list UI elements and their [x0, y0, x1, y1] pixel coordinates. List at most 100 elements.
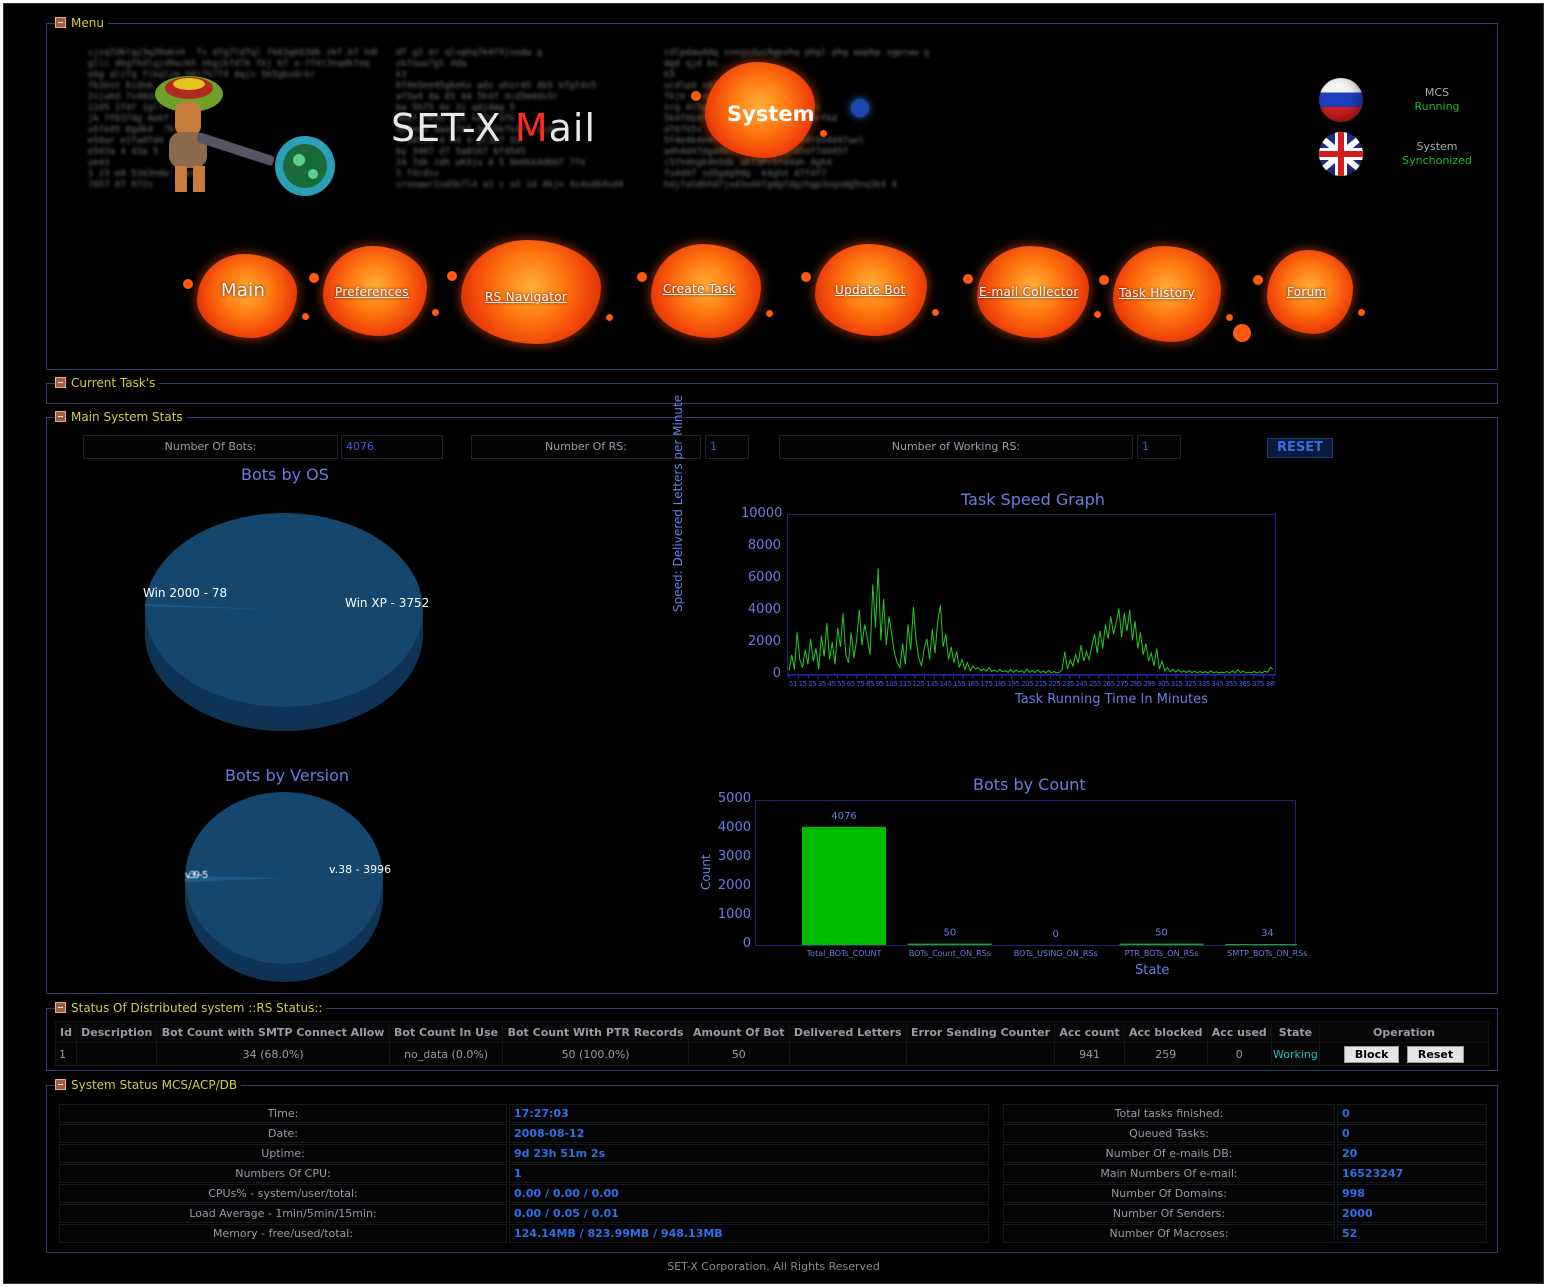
- y-tick-label: 8000: [747, 538, 781, 553]
- collapse-icon[interactable]: [55, 411, 66, 422]
- col-in-use: Bot Count In Use: [388, 1021, 504, 1043]
- plot-frame: [787, 514, 1276, 675]
- bar-chart-title: Bots by Count: [973, 775, 1086, 794]
- cell-smtp-allow: 34 (68.0%): [156, 1042, 390, 1066]
- status-label: Main Numbers Of e-mail:: [1003, 1164, 1335, 1183]
- bar-group: 4076 50 0 50 34: [802, 811, 1297, 945]
- bar-smtp-bots-on-rss: [1225, 944, 1297, 945]
- system-status-legend[interactable]: System Status MCS/ACP/DB: [55, 1078, 242, 1092]
- y-tick-label: 4000: [717, 820, 751, 835]
- col-errors: Error Sending Counter: [905, 1021, 1056, 1043]
- version-labels-overlap: v.39 - 5: [185, 870, 208, 881]
- col-delivered: Delivered Letters: [788, 1021, 907, 1043]
- rs-status-legend[interactable]: Status Of Distributed system ::RS Status…: [55, 1001, 327, 1015]
- footer-copyright: SET-X Corporation. All Rights Reserved: [667, 1260, 880, 1273]
- nav-task-history[interactable]: Task History: [1119, 286, 1195, 300]
- bar-bots-count-on-rss: [907, 943, 992, 945]
- cell-id: 1: [54, 1042, 78, 1066]
- bar-value-label: 4076: [831, 811, 856, 822]
- cell-delivered: [788, 1042, 907, 1066]
- collapse-icon[interactable]: [55, 17, 66, 28]
- speed-graph-plot: [787, 514, 1276, 679]
- status-label: Number Of Senders:: [1003, 1204, 1335, 1223]
- rs-count-label: Number Of RS:: [471, 435, 701, 459]
- cell-in-use: no_data (0.0%): [388, 1042, 504, 1066]
- col-description: Description: [76, 1021, 158, 1043]
- expand-icon[interactable]: [55, 377, 66, 388]
- nav-main[interactable]: Main: [221, 280, 265, 301]
- reset-rs-button[interactable]: Reset: [1406, 1045, 1465, 1063]
- nav-forum[interactable]: Forum: [1287, 285, 1327, 299]
- main-stats-legend[interactable]: Main System Stats: [55, 410, 187, 424]
- nav-preferences[interactable]: Preferences: [335, 285, 409, 299]
- bar-value-label: 0: [1052, 929, 1058, 940]
- russian-flag-icon[interactable]: [1319, 78, 1363, 122]
- col-operation: Operation: [1319, 1021, 1489, 1043]
- status-row: Queued Tasks: 0: [47, 1124, 1497, 1143]
- status-label: Number Of Macroses:: [1003, 1224, 1335, 1243]
- system-status-panel: System Status MCS/ACP/DB Time: 17:27:03 Da…: [46, 1078, 1498, 1253]
- bar-total-bots-count: [802, 826, 886, 945]
- status-row: Number Of Domains: 998: [47, 1184, 1497, 1203]
- app-window: Menu sjsq7dklqz3q39aksh fs dfg7ld7ql fk6…: [3, 3, 1544, 1284]
- menu-legend[interactable]: Menu: [55, 16, 108, 30]
- reset-button[interactable]: RESET: [1267, 438, 1333, 458]
- status-value: 52: [1337, 1224, 1487, 1243]
- cell-operation: Block Reset: [1319, 1042, 1489, 1066]
- bots-by-os-pie: [145, 513, 423, 731]
- col-id: Id: [54, 1021, 78, 1043]
- status-label: Total tasks finished:: [1003, 1104, 1335, 1123]
- decor-orb: [1233, 324, 1251, 342]
- speed-series-line: [788, 568, 1274, 674]
- bots-by-os-title: Bots by OS: [241, 465, 329, 484]
- os-label-win-2000: Win 2000 - 78: [143, 586, 228, 600]
- status-row: Number Of e-mails DB: 20: [47, 1144, 1497, 1163]
- y-tick-label: 4000: [747, 602, 781, 617]
- y-tick-label: 2000: [747, 634, 781, 649]
- block-button[interactable]: Block: [1343, 1045, 1400, 1063]
- product-logo: SET-X Mail: [391, 106, 597, 150]
- col-acc-count: Acc count: [1054, 1021, 1125, 1043]
- working-rs-value: 1: [1137, 435, 1181, 459]
- cell-ptr-records: 50 (100.0%): [502, 1042, 689, 1066]
- col-acc-blocked: Acc blocked: [1123, 1021, 1208, 1043]
- bots-by-version-pie: [184, 792, 383, 982]
- cell-errors: [905, 1042, 1056, 1066]
- collapse-icon[interactable]: [55, 1079, 66, 1090]
- col-state: State: [1270, 1021, 1321, 1043]
- y-tick-label: 10000: [741, 506, 783, 521]
- rs-status-table: Id Description Bot Count with SMTP Conne…: [54, 1021, 1489, 1066]
- nav-create-task[interactable]: Create Task: [663, 282, 736, 296]
- nav-email-collector[interactable]: E-mail Collector: [979, 285, 1079, 299]
- system-label: System: [1416, 140, 1458, 153]
- nav-update-bot[interactable]: Update Bot: [835, 283, 906, 297]
- col-smtp-allow: Bot Count with SMTP Connect Allow: [156, 1021, 390, 1043]
- english-flag-icon[interactable]: [1319, 132, 1363, 176]
- bar-category-label: PTR_BOTs_ON_RSs: [1124, 949, 1199, 958]
- status-value: 998: [1337, 1184, 1487, 1203]
- table-header-row: Id Description Bot Count with SMTP Conne…: [54, 1021, 1489, 1043]
- nav-rs-navigator[interactable]: RS Navigator: [485, 290, 567, 304]
- bar-value-label: 34: [1261, 928, 1274, 939]
- current-tasks-legend[interactable]: Current Task's: [55, 376, 160, 390]
- mascot-image: [155, 76, 335, 196]
- main-stats-panel: Main System Stats Number Of Bots: 4076 N…: [46, 395, 1498, 994]
- system-logo-label: System: [727, 102, 815, 126]
- y-tick-label: 1000: [717, 907, 751, 922]
- cell-acc-blocked: 259: [1123, 1042, 1208, 1066]
- mcs-state: Running: [1414, 100, 1460, 113]
- status-row: Number Of Senders: 2000: [47, 1204, 1497, 1223]
- status-value: 0: [1337, 1124, 1487, 1143]
- col-amount: Amount Of Bot: [687, 1021, 790, 1043]
- y-tick-label: 5000: [717, 791, 751, 806]
- bots-by-version-title: Bots by Version: [225, 766, 350, 785]
- system-state: Synchonized: [1402, 154, 1472, 167]
- cell-description: [76, 1042, 158, 1066]
- menu-panel: Menu sjsq7dklqz3q39aksh fs dfg7ld7ql fk6…: [46, 16, 1498, 370]
- bar-chart-xlabel: State: [1135, 963, 1170, 978]
- status-value: 16523247: [1337, 1164, 1487, 1183]
- collapse-icon[interactable]: [55, 1002, 66, 1013]
- y-tick-label: 2000: [717, 878, 751, 893]
- cell-state: Working: [1270, 1042, 1321, 1066]
- bar-category-label: SMTP_BOTs_ON_RSs: [1227, 949, 1308, 958]
